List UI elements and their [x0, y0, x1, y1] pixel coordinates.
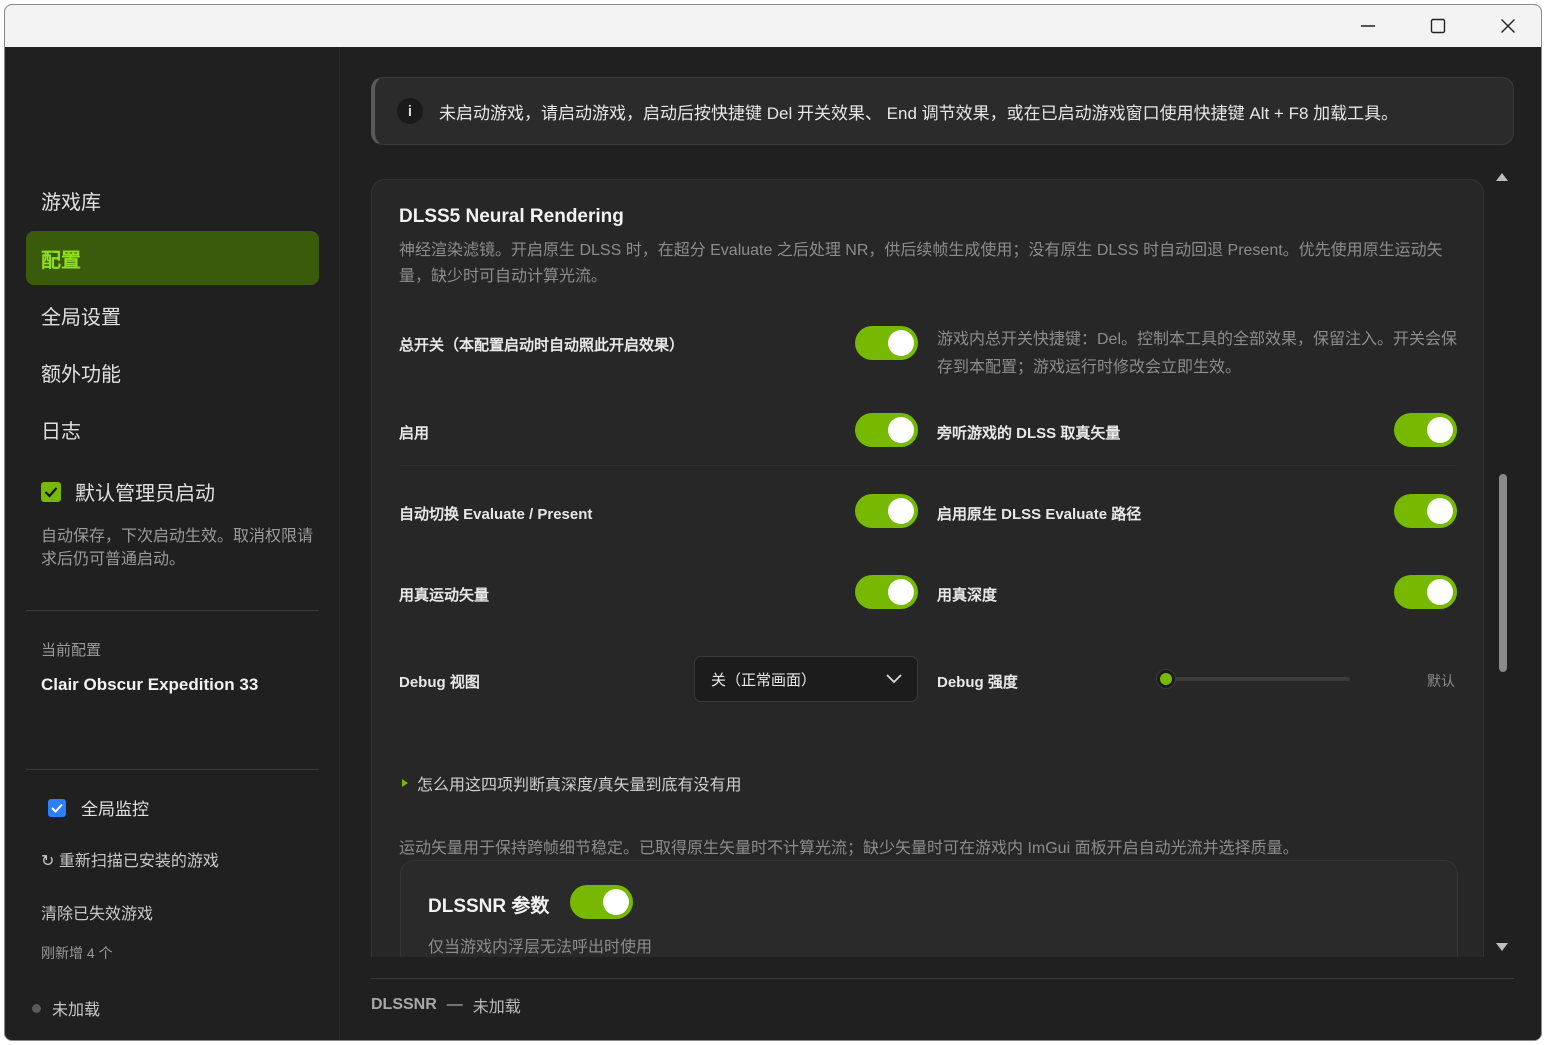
- current-config-name: Clair Obscur Expedition 33: [41, 675, 259, 694]
- app-window: 游戏库 配置 全局设置 额外功能 日志 默认管理员启动 自动保存，下次启动生效。…: [4, 4, 1542, 1041]
- admin-start-checkbox[interactable]: 默认管理员启动: [41, 477, 215, 506]
- footer-status: DLSSNR — 未加载: [371, 993, 521, 1017]
- minimize-icon: [1361, 25, 1375, 27]
- debug-view-value: 关（正常画面）: [711, 671, 817, 689]
- card-title: DLSS5 Neural Rendering: [399, 206, 624, 227]
- sidebar-item-label: 游戏库: [41, 191, 101, 214]
- scrollbar-thumb[interactable]: [1499, 474, 1507, 672]
- close-button[interactable]: [1473, 5, 1541, 47]
- enable-label: 启用: [399, 425, 430, 442]
- footer-dash: —: [446, 996, 463, 1013]
- checkbox-checked-icon: [48, 798, 66, 817]
- auto-switch-toggle[interactable]: [855, 494, 918, 528]
- toggle-knob: [888, 330, 914, 356]
- debug-strength-thumb[interactable]: [1157, 670, 1175, 688]
- toggle-knob: [1427, 498, 1453, 524]
- card-description: 神经渲染滤镜。开启原生 DLSS 时，在超分 Evaluate 之后处理 NR，…: [399, 242, 1443, 285]
- toggle-knob: [888, 498, 914, 524]
- rescan-games-link[interactable]: ↻ 重新扫描已安装的游戏: [41, 847, 219, 871]
- info-banner: i 未启动游戏，请启动游戏，启动后按快捷键 Del 开关效果、 End 调节效果…: [371, 77, 1514, 145]
- sidebar-divider: [26, 610, 319, 611]
- sidebar-item-label: 额外功能: [41, 363, 121, 386]
- admin-start-label: 默认管理员启动: [75, 483, 215, 505]
- maximize-icon: [1430, 18, 1446, 34]
- footer-status-text: 未加载: [472, 999, 521, 1016]
- vertical-scrollbar[interactable]: [1493, 170, 1511, 955]
- footer-divider: [371, 978, 1514, 979]
- listen-dlss-vectors-toggle[interactable]: [1394, 413, 1457, 447]
- global-monitor-checkbox[interactable]: 全局监控: [48, 795, 149, 820]
- main-panel: i 未启动游戏，请启动游戏，启动后按快捷键 Del 开关效果、 End 调节效果…: [341, 47, 1541, 1040]
- enable-toggle[interactable]: [855, 413, 918, 447]
- debug-view-select[interactable]: 关（正常画面）: [694, 656, 918, 702]
- sidebar-item-game-library[interactable]: 游戏库: [26, 173, 319, 227]
- master-switch-hint: 游戏内总开关快捷键：Del。控制本工具的全部效果，保留注入。开关会保存到本配置；…: [937, 331, 1458, 376]
- global-monitor-label: 全局监控: [81, 800, 149, 819]
- native-evaluate-label: 启用原生 DLSS Evaluate 路径: [937, 506, 1142, 523]
- real-depth-toggle[interactable]: [1394, 575, 1457, 609]
- toggle-knob: [888, 579, 914, 605]
- real-motion-vectors-toggle[interactable]: [855, 575, 918, 609]
- scroll-down-arrow-icon[interactable]: [1493, 940, 1511, 954]
- sidebar-item-global-settings[interactable]: 全局设置: [26, 288, 319, 342]
- dlssnr-params-hint: 仅当游戏内浮层无法呼出时使用: [428, 939, 653, 956]
- sidebar-item-label: 配置: [41, 249, 81, 272]
- footer-module-name: DLSSNR: [371, 996, 437, 1013]
- dlss5-card: DLSS5 Neural Rendering 神经渲染滤镜。开启原生 DLSS …: [371, 179, 1484, 957]
- maximize-button[interactable]: [1403, 5, 1473, 47]
- clear-invalid-games-link[interactable]: 清除已失效游戏: [41, 900, 153, 924]
- toggle-knob: [1427, 417, 1453, 443]
- info-banner-text: 未启动游戏，请启动游戏，启动后按快捷键 Del 开关效果、 End 调节效果，或…: [439, 103, 1399, 123]
- caret-right-icon: [402, 779, 408, 787]
- dlssnr-params-toggle[interactable]: [570, 885, 633, 919]
- usage-expander[interactable]: 怎么用这四项判断真深度/真矢量到底有没有用: [401, 771, 741, 795]
- admin-start-hint: 自动保存，下次启动生效。取消权限请求后仍可普通启动。: [41, 528, 314, 568]
- dlssnr-params-card: DLSSNR 参数 仅当游戏内浮层无法呼出时使用: [400, 860, 1458, 957]
- close-icon: [1501, 19, 1515, 33]
- toggle-knob: [603, 889, 629, 915]
- chevron-down-icon: [886, 674, 902, 684]
- sidebar-item-log[interactable]: 日志: [26, 402, 319, 456]
- auto-switch-label: 自动切换 Evaluate / Present: [399, 506, 593, 523]
- motion-vector-note: 运动矢量用于保持跨帧细节稳定。已取得原生矢量时不计算光流；缺少矢量时可在游戏内 …: [399, 840, 1299, 857]
- minimize-button[interactable]: [1333, 5, 1403, 47]
- master-switch-toggle[interactable]: [855, 326, 918, 360]
- usage-expander-label: 怎么用这四项判断真深度/真矢量到底有没有用: [417, 777, 742, 794]
- native-evaluate-toggle[interactable]: [1394, 494, 1457, 528]
- sidebar-item-label: 全局设置: [41, 306, 121, 329]
- sidebar: 游戏库 配置 全局设置 额外功能 日志 默认管理员启动 自动保存，下次启动生效。…: [5, 47, 340, 1040]
- real-depth-label: 用真深度: [937, 587, 998, 604]
- debug-strength-label: Debug 强度: [937, 674, 1018, 691]
- status-dot-icon: [32, 1003, 41, 1013]
- dlssnr-params-title: DLSSNR 参数: [428, 896, 550, 917]
- real-motion-vectors-label: 用真运动矢量: [399, 587, 490, 604]
- checkbox-checked-icon: [41, 481, 61, 502]
- settings-scroll-area[interactable]: DLSS5 Neural Rendering 神经渲染滤镜。开启原生 DLSS …: [371, 177, 1484, 957]
- row-separator: [399, 465, 1457, 466]
- info-icon: i: [397, 98, 423, 124]
- debug-view-label: Debug 视图: [399, 674, 480, 691]
- listen-dlss-vectors-label: 旁听游戏的 DLSS 取真矢量: [937, 425, 1121, 442]
- load-status: 未加载: [32, 996, 100, 1020]
- current-config-label: 当前配置: [41, 642, 102, 659]
- title-bar: [5, 5, 1541, 47]
- scroll-up-arrow-icon[interactable]: [1493, 170, 1511, 184]
- sidebar-item-config[interactable]: 配置: [26, 231, 319, 285]
- toggle-knob: [888, 417, 914, 443]
- load-status-label: 未加载: [52, 1002, 101, 1019]
- master-switch-label: 总开关（本配置启动时自动照此开启效果）: [399, 337, 685, 354]
- sidebar-item-extra-features[interactable]: 额外功能: [26, 345, 319, 399]
- debug-strength-track: [1167, 677, 1350, 681]
- new-count-label: 刚新增 4 个: [41, 945, 113, 961]
- debug-strength-value: 默认: [1427, 673, 1455, 689]
- toggle-knob: [1427, 579, 1453, 605]
- sidebar-item-label: 日志: [41, 420, 81, 443]
- sidebar-divider: [26, 769, 319, 770]
